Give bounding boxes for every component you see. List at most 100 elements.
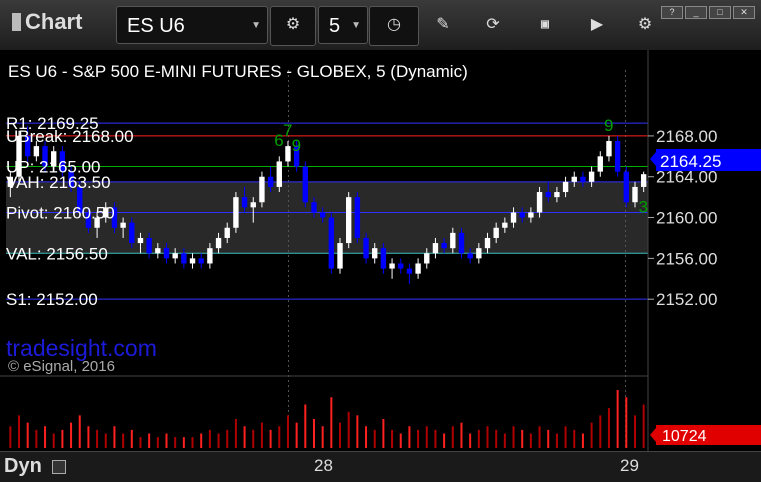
- close-button[interactable]: ✕: [733, 6, 755, 19]
- volume-bar: [633, 415, 636, 448]
- volume-bar: [148, 433, 151, 448]
- volume-bar: [122, 433, 125, 448]
- symbol-dropdown-icon[interactable]: ▼: [251, 7, 261, 45]
- symbol-settings-button[interactable]: ⚙: [270, 6, 316, 46]
- candle-body: [389, 263, 395, 269]
- volume-bar: [26, 422, 29, 448]
- candle-body: [580, 176, 586, 182]
- volume-bar: [330, 397, 333, 448]
- y-tick-label: 2156.00: [656, 249, 717, 268]
- candle-body: [137, 237, 144, 244]
- volume-bar: [208, 429, 211, 448]
- candle-body: [189, 258, 196, 264]
- volume-bar: [347, 411, 350, 448]
- volume-bar: [61, 429, 64, 448]
- candle-body: [224, 227, 230, 238]
- maximize-button[interactable]: □: [709, 6, 731, 19]
- candle-body: [467, 253, 473, 259]
- volume-bar: [538, 426, 541, 448]
- candle-body: [476, 248, 482, 259]
- volume-bar: [243, 426, 246, 448]
- candle-body: [319, 212, 326, 218]
- volume-bar: [104, 433, 107, 448]
- volume-bar: [130, 429, 133, 448]
- volume-bar: [52, 433, 55, 448]
- volume-bar: [78, 415, 81, 448]
- dynamic-mode-label[interactable]: Dyn: [4, 455, 42, 478]
- volume-bar: [642, 404, 645, 448]
- interval-input[interactable]: 5 ▼: [318, 6, 368, 44]
- x-tick-label: 28: [314, 456, 333, 475]
- level-label: Pivot: 2160.50: [6, 203, 115, 222]
- volume-bar: [260, 422, 263, 448]
- volume-bar: [495, 429, 498, 448]
- price-chart[interactable]: 76 993 2168.002164.002160.002156.002152.0…: [0, 50, 761, 451]
- candle-body: [450, 232, 456, 249]
- volume-bar: [304, 404, 307, 448]
- volume-bar: [443, 433, 446, 448]
- refresh-icon[interactable]: ⟳: [482, 14, 504, 36]
- candle-body: [250, 202, 256, 208]
- volume-bar: [44, 426, 47, 448]
- candle-body: [588, 171, 595, 182]
- volume-bar: [408, 426, 411, 448]
- x-tick-label: 29: [620, 456, 639, 475]
- candle-body: [458, 232, 465, 254]
- candle-body: [493, 227, 499, 238]
- chart-title: ES U6 - S&P 500 E-MINI FUTURES - GLOBEX,…: [8, 62, 468, 81]
- candle-body: [441, 243, 447, 249]
- volume-bar: [269, 429, 272, 448]
- app-title-text: Chart: [25, 9, 83, 34]
- volume-bar: [373, 429, 376, 448]
- candle-body: [398, 263, 404, 269]
- play-icon[interactable]: ▶: [586, 14, 608, 36]
- interval-dropdown-icon[interactable]: ▼: [351, 7, 361, 45]
- candle-body: [597, 156, 603, 172]
- volume-bar: [460, 422, 463, 448]
- window-menu-icon[interactable]: [12, 13, 21, 31]
- candle-body: [554, 192, 560, 198]
- quote-icon[interactable]: ▣: [534, 14, 556, 36]
- td-count-label: 3: [639, 197, 648, 216]
- symbol-value: ES U6: [127, 15, 185, 37]
- level-label: VAH: 2163.50: [6, 173, 111, 192]
- volume-bar: [521, 429, 524, 448]
- symbol-input[interactable]: ES U6 ▼: [116, 6, 268, 44]
- volume-bar: [278, 426, 281, 448]
- candle-body: [345, 197, 352, 244]
- pencil-icon[interactable]: ✎: [432, 14, 454, 36]
- candle-body: [120, 222, 126, 228]
- volume-bar: [321, 426, 324, 448]
- volume-bar: [547, 429, 550, 448]
- candle-body: [33, 146, 40, 157]
- volume-bar: [451, 426, 454, 448]
- candle-body: [181, 253, 187, 264]
- minimize-button[interactable]: _: [685, 6, 707, 19]
- volume-bar: [503, 433, 506, 448]
- candle-body: [432, 243, 439, 254]
- settings-wheel-icon[interactable]: ⚙: [634, 14, 656, 36]
- window-controls: ? _ □ ✕: [659, 2, 755, 20]
- candle-body: [233, 197, 239, 228]
- candle-body: [172, 253, 178, 259]
- volume-bar: [425, 426, 428, 448]
- volume-bar: [226, 429, 229, 448]
- lock-icon[interactable]: [52, 460, 66, 474]
- volume-bar: [191, 437, 194, 448]
- candle-body: [276, 161, 282, 187]
- candle-body: [424, 253, 430, 264]
- volume-bar: [417, 429, 420, 448]
- candle-body: [311, 202, 317, 213]
- interval-settings-button[interactable]: ◷: [369, 6, 419, 46]
- td-count-label: 9: [604, 116, 613, 135]
- volume-bar: [356, 415, 359, 448]
- volume-bar: [295, 422, 298, 448]
- volume-bar: [616, 390, 619, 448]
- help-button[interactable]: ?: [661, 6, 683, 19]
- candle-body: [285, 146, 291, 162]
- volume-bar: [625, 397, 628, 448]
- candle-body: [380, 248, 387, 269]
- candle-body: [146, 237, 152, 254]
- volume-bar: [486, 426, 489, 448]
- candle-body: [484, 237, 491, 249]
